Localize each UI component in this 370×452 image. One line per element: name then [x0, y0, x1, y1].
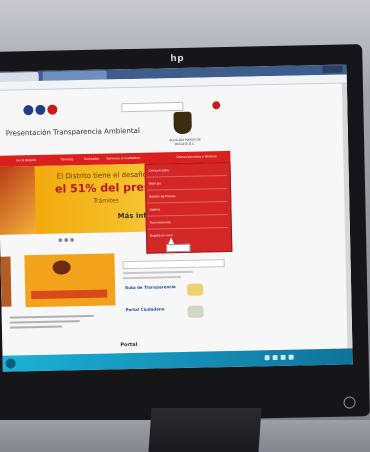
dropdown-item[interactable]: Galería [149, 207, 160, 211]
widget-title: Portal Ciudadano [125, 306, 165, 313]
monitor-screen: Presentación Transparencia Ambiental ALC… [0, 64, 353, 372]
tooltip [166, 243, 191, 253]
tray-icon[interactable] [280, 354, 286, 360]
portal-heading: Portal [120, 341, 138, 349]
dropdown-item[interactable]: Transmisiones [150, 220, 171, 224]
widget-icon [187, 283, 204, 296]
window-controls[interactable] [322, 65, 343, 73]
banner-line-3: Trámites [93, 197, 119, 205]
menu-item[interactable]: Servicios al ciudadano [106, 156, 140, 161]
tray-icon[interactable] [288, 354, 294, 360]
menu-item[interactable]: Comunicaciones y Noticias [176, 154, 216, 159]
dropdown-item[interactable]: Comunicados [149, 168, 169, 172]
seal-caption: ALCALDÍA MAYOR DE BOGOTÁ D.C. [169, 137, 201, 147]
monitor-bezel: hp Presentación Transparencia Ambiental … [0, 44, 370, 424]
tray-icon[interactable] [272, 354, 278, 361]
news-thumbnail[interactable] [0, 256, 12, 307]
carousel-dots[interactable]: ● ● ● [58, 237, 74, 243]
news-card[interactable] [24, 253, 116, 308]
power-icon[interactable] [343, 396, 356, 409]
hero-banner-art [0, 166, 36, 235]
news-card-band [31, 289, 108, 300]
dropdown-item[interactable]: Noticias [149, 181, 161, 185]
menu-item[interactable]: Trámites [60, 157, 73, 161]
widget-title: Ruta de Transparencia [125, 284, 176, 291]
menu-item[interactable]: Entidades [84, 157, 99, 161]
bogota-seal-icon [173, 111, 192, 135]
photo: hp Presentación Transparencia Ambiental … [0, 0, 370, 452]
search-input[interactable] [121, 101, 184, 113]
menu-item[interactable]: Inicio Bogotá [16, 158, 36, 162]
banner-line-2: el 51% del presu [54, 180, 159, 196]
dropdown-item[interactable]: Boletín de Prensa [149, 194, 175, 199]
monitor-brand-logo: hp [170, 53, 185, 65]
news-caption [9, 312, 100, 330]
monitor-stand [148, 408, 262, 452]
widget-icon [187, 305, 204, 318]
tray-icon[interactable] [264, 355, 270, 361]
